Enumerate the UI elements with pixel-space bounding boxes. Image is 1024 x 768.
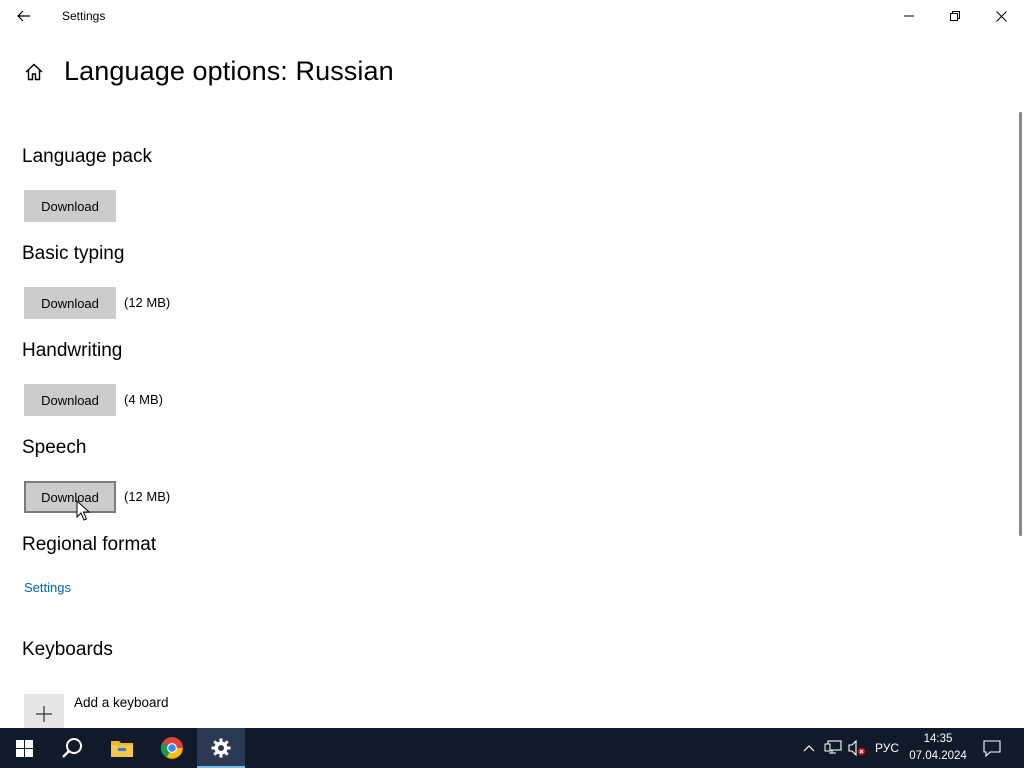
page-title: Language options: Russian (64, 56, 394, 86)
back-arrow-icon (17, 10, 30, 22)
mouse-cursor-icon (76, 500, 90, 521)
scrollbar[interactable] (1019, 112, 1022, 536)
language-pack-download-button[interactable]: Download (24, 190, 116, 222)
input-language-indicator[interactable]: РУС (870, 728, 904, 768)
taskbar: РУС 14:35 07.04.2024 (0, 728, 1024, 768)
show-hidden-icons-button[interactable] (800, 728, 818, 768)
start-button[interactable] (0, 728, 48, 768)
windows-logo-icon (15, 739, 33, 757)
speech-heading: Speech (22, 437, 87, 458)
notification-icon (983, 739, 1001, 757)
basic-typing-download-button[interactable]: Download (24, 287, 116, 319)
chevron-up-icon (803, 745, 815, 752)
clock[interactable]: 14:35 07.04.2024 (906, 731, 970, 765)
chrome-icon (160, 737, 183, 759)
plus-icon (36, 706, 52, 722)
restore-icon (950, 11, 960, 21)
settings-gear-icon (211, 738, 231, 758)
chrome-button[interactable] (148, 728, 196, 768)
file-explorer-button[interactable] (98, 728, 146, 768)
close-icon (995, 10, 1007, 22)
search-button[interactable] (48, 728, 96, 768)
minimize-button[interactable] (886, 0, 932, 32)
home-icon (25, 63, 43, 81)
handwriting-heading: Handwriting (22, 340, 123, 361)
volume-button[interactable] (846, 728, 868, 768)
settings-taskbar-button[interactable] (197, 728, 245, 768)
window-title: Settings (62, 9, 106, 23)
network-button[interactable] (822, 728, 844, 768)
title-bar: Settings (0, 0, 1024, 32)
close-button[interactable] (978, 0, 1024, 32)
add-keyboard-label[interactable]: Add a keyboard (74, 695, 169, 710)
search-icon (62, 738, 82, 758)
language-pack-heading: Language pack (22, 146, 152, 167)
back-button[interactable] (8, 0, 40, 32)
clock-date: 07.04.2024 (909, 750, 967, 762)
keyboards-heading: Keyboards (22, 639, 113, 660)
volume-muted-icon (848, 740, 865, 756)
network-icon (824, 740, 842, 754)
speech-size: (12 MB) (124, 489, 171, 504)
basic-typing-size: (12 MB) (124, 295, 171, 310)
handwriting-size: (4 MB) (124, 392, 163, 407)
basic-typing-heading: Basic typing (22, 243, 125, 264)
handwriting-download-button[interactable]: Download (24, 384, 116, 416)
home-button[interactable] (22, 60, 46, 84)
restore-button[interactable] (932, 0, 978, 32)
clock-time: 14:35 (923, 733, 953, 745)
notifications-button[interactable] (972, 728, 1012, 768)
regional-format-settings-link[interactable]: Settings (24, 580, 71, 595)
speech-download-button[interactable]: Download (24, 481, 116, 513)
regional-format-heading: Regional format (22, 534, 157, 555)
file-explorer-icon (111, 741, 133, 757)
minimize-icon (904, 15, 914, 17)
